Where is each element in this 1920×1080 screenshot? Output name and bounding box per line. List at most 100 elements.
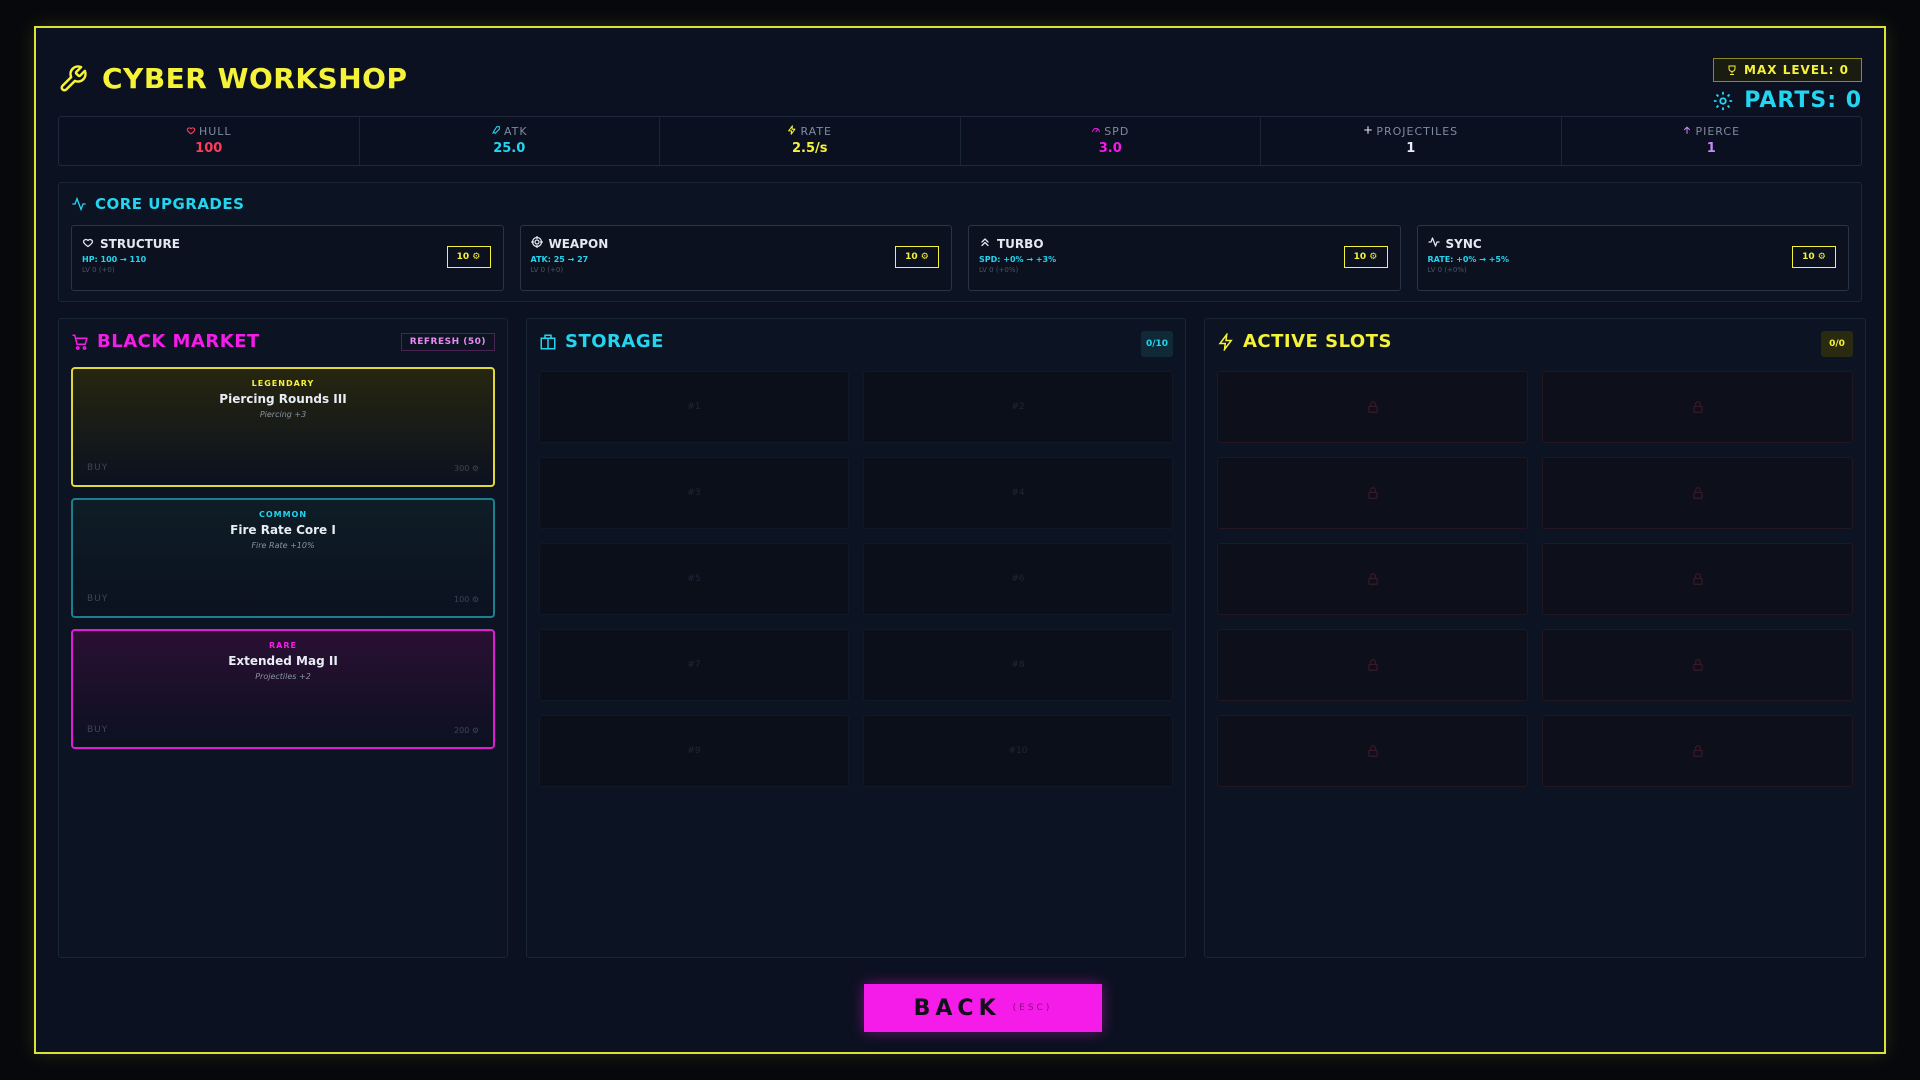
active-slot-locked [1542, 629, 1853, 701]
stat-hull: HULL 100 [59, 117, 360, 165]
stat-value: 2.5/s [791, 141, 828, 156]
stat-projectiles: PROJECTILES 1 [1261, 117, 1562, 165]
storage-slot[interactable]: #2 [863, 371, 1173, 443]
active-slot-locked [1542, 715, 1853, 787]
stat-value: 100 [195, 141, 223, 156]
stat-value: 25.0 [493, 141, 526, 156]
stat-label: PIERCE [1562, 125, 1862, 138]
storage-title: STORAGE [539, 331, 664, 352]
core-card-detail: SPD: +0% → +3% [979, 255, 1057, 264]
upgrade-button[interactable]: 10 ⚙ [1792, 246, 1836, 268]
storage-slot[interactable]: #7 [539, 629, 849, 701]
market-item[interactable]: RARE Extended Mag II Projectiles +2 BUY 200 … [71, 629, 495, 749]
lock-icon [1692, 487, 1703, 499]
max-level-badge: MAX LEVEL: 0 [1713, 58, 1862, 82]
max-level-text: MAX LEVEL: 0 [1744, 63, 1849, 77]
stat-label: PROJECTILES [1261, 125, 1561, 138]
active-slots-panel: ACTIVE SLOTS 0/0 [1204, 318, 1866, 958]
core-card-level: LV 0 (+0) [82, 266, 115, 274]
back-button[interactable]: BACK (ESC) [864, 984, 1102, 1032]
heart-icon [82, 236, 94, 251]
active-slot-locked [1217, 715, 1528, 787]
core-card-level: LV 0 (+0%) [979, 266, 1019, 274]
buy-button[interactable]: BUY [87, 725, 108, 735]
upgrade-button[interactable]: 10 ⚙ [1343, 246, 1388, 268]
target-icon [530, 235, 543, 251]
black-market-panel: BLACK MARKET REFRESH (50) LEGENDARY Pierc… [58, 318, 508, 958]
core-upgrades-title: CORE UPGRADES [71, 195, 244, 213]
storage-slot[interactable]: #3 [539, 457, 849, 529]
storage-slot[interactable]: #6 [863, 543, 1173, 615]
gear-icon [1714, 91, 1733, 110]
stat-label: ATK [360, 125, 660, 138]
stats-bar: HULL 100 ATK 25.0 RATE 2.5/s SPD 3.0 PROJECTILES… [58, 116, 1862, 166]
core-card-detail: HP: 100 → 110 [82, 255, 147, 264]
storage-slot[interactable]: #1 [539, 371, 849, 443]
lock-icon [1692, 573, 1703, 585]
pulse-icon [72, 196, 86, 212]
stat-rate: RATE 2.5/s [660, 117, 961, 165]
active-slot-locked [1542, 543, 1853, 615]
storage-slot[interactable]: #5 [539, 543, 849, 615]
core-card-level: LV 0 (+0) [530, 266, 564, 274]
core-card-level: LV 0 (+0%) [1427, 266, 1467, 274]
item-description: Projectiles +2 [255, 672, 311, 681]
storage-slot[interactable]: #8 [863, 629, 1173, 701]
workshop-frame: CYBER WORKSHOP MAX LEVEL: 0 PARTS: 0 HUL… [34, 26, 1886, 1054]
lock-icon [1367, 745, 1378, 757]
market-item[interactable]: COMMON Fire Rate Core I Fire Rate +10% BUY 1… [71, 498, 495, 618]
core-card-turbo: TURBO SPD: +0% → +3% LV 0 (+0%) 10 ⚙ [968, 225, 1401, 291]
core-card-sync: SYNC RATE: +0% → +5% LV 0 (+0%) 10 ⚙ [1416, 225, 1849, 291]
buy-button[interactable]: BUY [87, 463, 108, 473]
stat-value: 1 [1706, 141, 1716, 156]
parts-text: PARTS: 0 [1744, 88, 1862, 113]
item-price: 300 ⚙ [454, 464, 479, 473]
back-label: BACK [913, 995, 1001, 1021]
stat-value: 3.0 [1098, 141, 1122, 156]
active-grid [1217, 371, 1853, 787]
plus-icon [1363, 125, 1373, 138]
refresh-button[interactable]: REFRESH (50) [400, 333, 495, 351]
lock-icon [1692, 401, 1703, 413]
box-icon [540, 334, 556, 349]
storage-grid: #1 #2 #3 #4 #5 #6 #7 #8 #9 #10 [539, 371, 1173, 787]
storage-slot[interactable]: #10 [863, 715, 1173, 787]
core-upgrades-panel: CORE UPGRADES STRUCTURE HP: 100 → 110 LV 0… [58, 182, 1862, 302]
storage-count-badge: 0/10 [1141, 331, 1173, 357]
stat-pierce: PIERCE 1 [1562, 117, 1862, 165]
buy-button[interactable]: BUY [87, 594, 108, 604]
title-text: CYBER WORKSHOP [102, 62, 408, 95]
heart-icon [186, 125, 196, 138]
bolt-icon [1218, 332, 1233, 351]
item-description: Piercing +3 [259, 410, 307, 419]
market-item[interactable]: LEGENDARY Piercing Rounds III Piercing +3 B… [71, 367, 495, 487]
lock-icon [1692, 745, 1703, 757]
upgrade-button[interactable]: 10 ⚙ [446, 246, 491, 268]
active-slot-locked [1217, 543, 1528, 615]
core-card-detail: RATE: +0% → +5% [1427, 255, 1509, 264]
cart-icon [72, 334, 88, 350]
item-price: 200 ⚙ [454, 726, 479, 735]
item-price: 100 ⚙ [454, 595, 479, 604]
core-card-name: SYNC [1427, 236, 1839, 251]
item-name: Fire Rate Core I [230, 523, 336, 537]
active-slot-locked [1542, 457, 1853, 529]
sword-icon [491, 125, 501, 138]
active-slot-locked [1217, 629, 1528, 701]
page-title: CYBER WORKSHOP [58, 62, 407, 95]
storage-panel: STORAGE 0/10 #1 #2 #3 #4 #5 #6 #7 #8 #9 #10 [526, 318, 1186, 958]
lock-icon [1692, 659, 1703, 671]
storage-slot[interactable]: #9 [539, 715, 849, 787]
item-rarity: COMMON [258, 510, 308, 519]
stat-spd: SPD 3.0 [961, 117, 1261, 165]
upgrade-button[interactable]: 10 ⚙ [895, 246, 939, 268]
back-key-hint: (ESC) [1012, 1003, 1053, 1013]
item-rarity: LEGENDARY [251, 379, 315, 388]
trophy-icon [1728, 65, 1736, 75]
stat-atk: ATK 25.0 [360, 117, 660, 165]
lock-icon [1367, 573, 1378, 585]
item-name: Piercing Rounds III [219, 392, 347, 406]
stat-label: SPD [961, 125, 1261, 138]
storage-slot[interactable]: #4 [863, 457, 1173, 529]
core-card-name: WEAPON [530, 235, 942, 251]
